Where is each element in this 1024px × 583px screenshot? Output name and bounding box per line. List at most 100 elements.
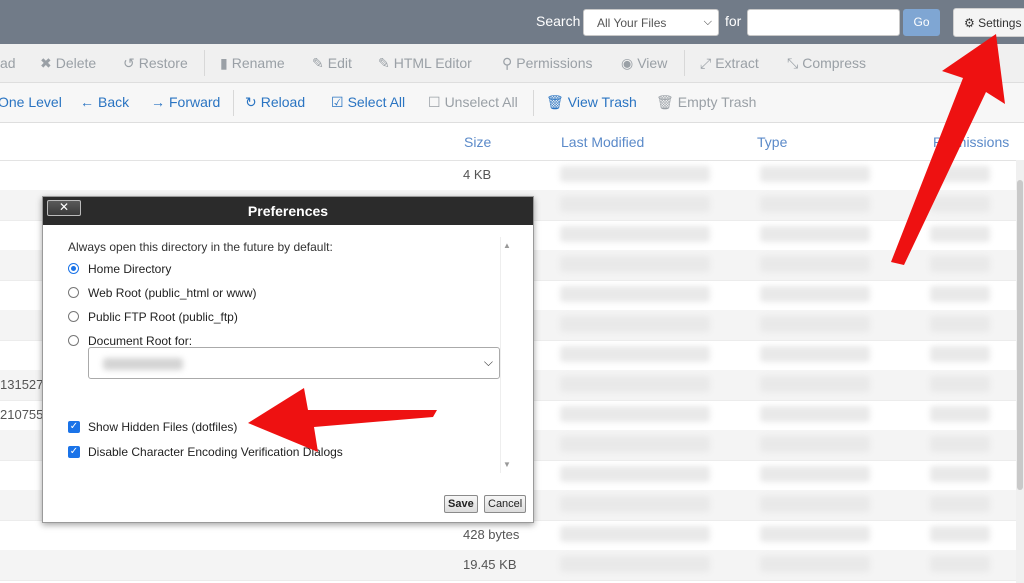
redacted-permissions (930, 436, 990, 452)
checkbox-show-hidden-files[interactable]: ✓ (68, 421, 80, 433)
scroll-down-icon[interactable]: ▼ (503, 460, 511, 469)
column-header-size[interactable]: Size (464, 134, 491, 150)
reload-button[interactable]: ↻ Reload (245, 94, 305, 111)
file-size-cell: 428 bytes (463, 527, 520, 542)
redacted-type (760, 346, 870, 362)
redacted-type (760, 226, 870, 242)
column-header-permissions[interactable]: Permissions (933, 134, 1009, 150)
default-directory-prompt: Always open this directory in the future… (68, 240, 333, 254)
redacted-type (760, 406, 870, 422)
compress-button[interactable]: ⤡ Compress (787, 55, 866, 72)
radio-web-root[interactable] (68, 287, 79, 298)
redacted-last-modified (560, 376, 710, 392)
redacted-permissions (930, 316, 990, 332)
forward-button[interactable]: → Forward (151, 94, 220, 110)
empty-trash-button[interactable]: 🗑 Empty Trash (656, 94, 756, 111)
save-button[interactable]: Save (444, 495, 478, 513)
search-bar: Search All Your Files ⌵ for Go ⚙ Setting… (0, 0, 1024, 44)
dialog-footer: Save Cancel (43, 487, 533, 522)
redacted-permissions (930, 496, 990, 512)
view-button[interactable]: ◉ View (621, 55, 667, 72)
redacted-type (760, 436, 870, 452)
redacted-last-modified (560, 286, 710, 302)
redacted-last-modified (560, 466, 710, 482)
permissions-button[interactable]: ⚲ Permissions (502, 55, 593, 72)
unselect-all-button[interactable]: ☐ Unselect All (428, 94, 518, 111)
gear-icon: ⚙ (964, 16, 975, 30)
redacted-last-modified (560, 436, 710, 452)
redacted-type (760, 556, 870, 572)
table-row[interactable]: 428 bytes (0, 520, 1016, 551)
redacted-permissions (930, 556, 990, 572)
upload-button[interactable]: ad (0, 55, 16, 71)
redacted-last-modified (560, 406, 710, 422)
radio-home-directory[interactable] (68, 263, 79, 274)
redacted-last-modified (560, 316, 710, 332)
redacted-permissions (930, 466, 990, 482)
file-icon: ▮ (220, 55, 228, 71)
column-header-last-modified[interactable]: Last Modified (561, 134, 644, 150)
redacted-type (760, 526, 870, 542)
search-scope-select[interactable]: All Your Files ⌵ (583, 9, 719, 36)
restore-icon: ↺ (123, 55, 135, 71)
for-label: for (725, 13, 742, 29)
compress-icon: ⤡ (787, 55, 799, 71)
page-scrollbar[interactable] (1016, 160, 1024, 583)
redacted-last-modified (560, 526, 710, 542)
radio-document-root[interactable] (68, 335, 79, 346)
delete-button[interactable]: ✖ Delete (40, 55, 96, 72)
scroll-up-icon[interactable]: ▲ (503, 241, 511, 250)
reload-icon: ↻ (245, 94, 257, 110)
settings-label: Settings (978, 16, 1022, 30)
preferences-scrollbar[interactable]: ▲ ▼ (500, 237, 513, 473)
expand-icon: ⤢ (700, 55, 712, 71)
edit-button[interactable]: ✎ Edit (312, 55, 352, 72)
redacted-type (760, 256, 870, 272)
table-row[interactable]: 19.45 KB (0, 550, 1016, 581)
redacted-permissions (930, 346, 990, 362)
pencil-icon: ✎ (312, 55, 324, 71)
up-one-level-button[interactable]: One Level (0, 94, 62, 110)
arrow-right-icon: → (151, 94, 165, 110)
chevron-down-icon: ⌵ (483, 355, 493, 369)
redacted-type (760, 166, 870, 182)
search-label: Search (536, 13, 581, 29)
html-editor-icon: ✎ (378, 55, 390, 71)
select-all-button[interactable]: ☑ Select All (331, 94, 405, 111)
dialog-title: Preferences (247, 203, 329, 219)
file-size-cell: 4 KB (463, 167, 492, 182)
trash-icon: 🗑 (546, 94, 564, 110)
document-root-domain-select[interactable]: ⌵ (88, 347, 500, 379)
arrow-left-icon: ← (80, 94, 94, 110)
trash-icon: 🗑 (656, 94, 674, 110)
go-button[interactable]: Go (903, 9, 940, 36)
eye-icon: ◉ (621, 55, 634, 71)
search-input[interactable] (747, 9, 900, 36)
redacted-last-modified (560, 496, 710, 512)
x-icon: ✖ (40, 55, 52, 71)
file-actions-toolbar: ad ✖ Delete ↺ Restore ▮ Rename ✎ Edit ✎ HTML … (0, 44, 1024, 83)
redacted-permissions (930, 406, 990, 422)
search-scope-value: All Your Files (597, 16, 667, 30)
redacted-permissions (930, 166, 990, 182)
redacted-permissions (930, 376, 990, 392)
file-size-cell: 19.45 KB (463, 557, 517, 572)
radio-public-ftp-root[interactable] (68, 311, 79, 322)
extract-button[interactable]: ⤢ Extract (700, 55, 759, 72)
back-button[interactable]: ← Back (80, 94, 129, 110)
cancel-button[interactable]: Cancel (484, 495, 527, 513)
restore-button[interactable]: ↺ Restore (123, 55, 188, 72)
html-editor-button[interactable]: ✎ HTML Editor (378, 55, 472, 72)
table-row[interactable]: 4 KB (0, 160, 1016, 191)
rename-button[interactable]: ▮ Rename (220, 55, 285, 72)
redacted-type (760, 466, 870, 482)
view-trash-button[interactable]: 🗑 View Trash (546, 94, 637, 111)
redacted-type (760, 286, 870, 302)
scrollbar-thumb[interactable] (1017, 180, 1023, 490)
file-name-cell: 131527 (0, 377, 44, 392)
chevron-down-icon: ⌵ (703, 16, 712, 28)
column-header-type[interactable]: Type (757, 134, 787, 150)
redacted-type (760, 316, 870, 332)
settings-button[interactable]: ⚙ Settings (953, 8, 1024, 37)
checkbox-disable-encoding-verification[interactable]: ✓ (68, 446, 80, 458)
